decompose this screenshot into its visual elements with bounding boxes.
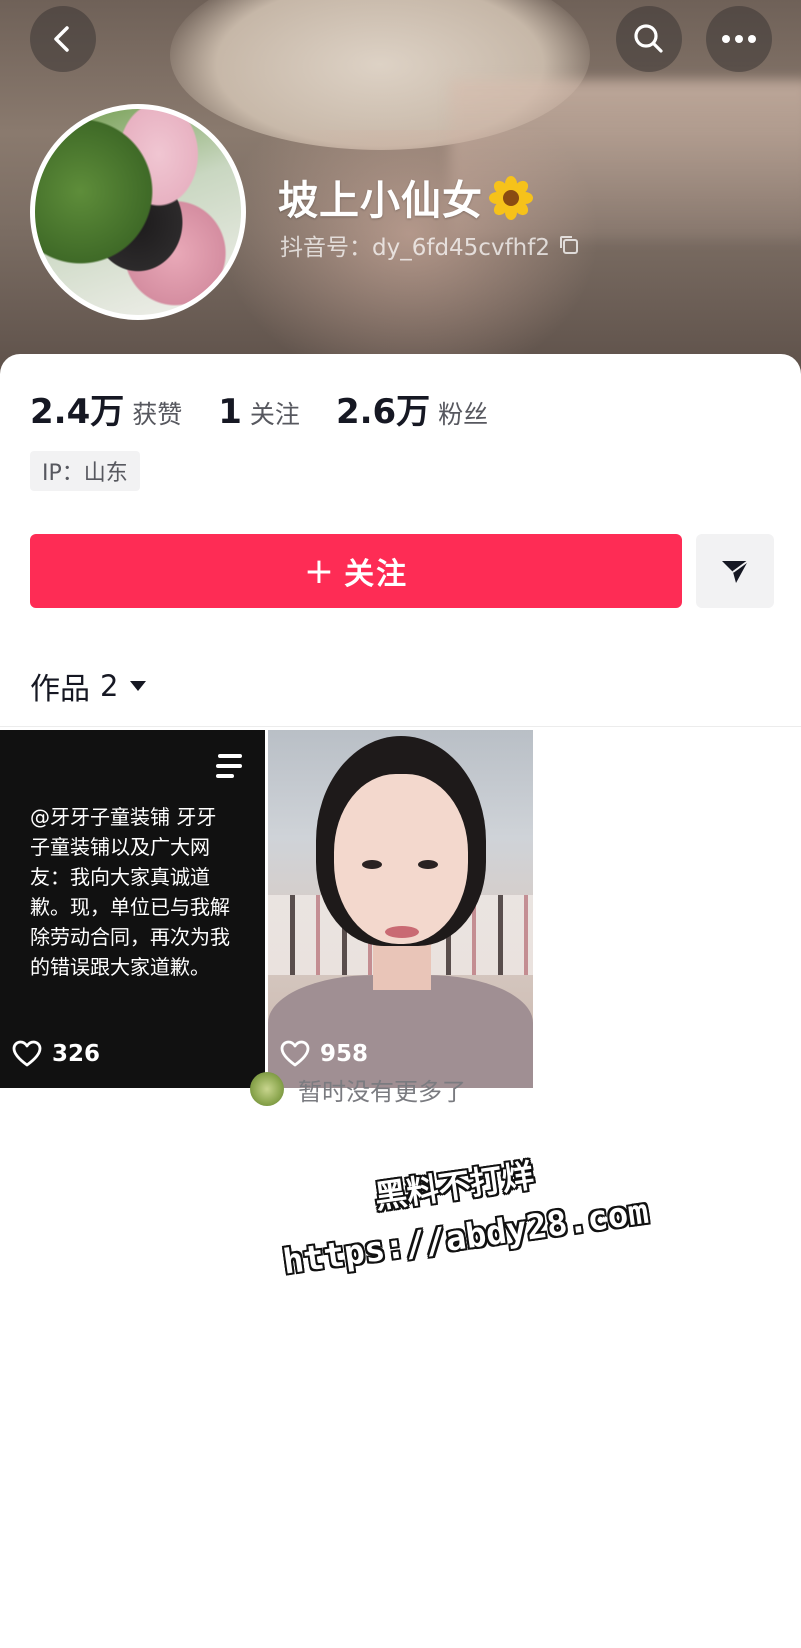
text-post-icon	[216, 754, 242, 778]
video-item-2-likes: 958	[280, 1040, 368, 1068]
video-item-1[interactable]: @牙牙子童装铺 牙牙子童装铺以及广大网友：我向大家真诚道歉。现，单位已与我解除劳…	[0, 730, 265, 1088]
stat-likes-value: 2.4万	[30, 392, 125, 432]
no-more-content-note: 暂时没有更多了	[250, 1066, 466, 1112]
profile-name: 坡上小仙女	[278, 168, 533, 226]
video-item-1-text: @牙牙子童装铺 牙牙子童装铺以及广大网友：我向大家真诚道歉。现，单位已与我解除劳…	[30, 805, 230, 979]
stat-following[interactable]: 1 关注	[218, 392, 300, 432]
tab-works-count: 2	[100, 669, 119, 703]
profile-stats: 2.4万 获赞 1 关注 2.6万 粉丝	[30, 384, 524, 433]
back-button[interactable]	[30, 6, 96, 72]
video-thumbnail-mouth	[385, 926, 419, 938]
search-button[interactable]	[616, 6, 682, 72]
chevron-left-icon	[54, 26, 69, 52]
tab-works-label: 作品	[30, 672, 90, 707]
video-thumbnail-eye	[418, 860, 438, 869]
video-item-2-like-count: 958	[320, 1041, 369, 1067]
follow-button[interactable]: + 关注	[30, 534, 682, 608]
heart-icon	[280, 1040, 310, 1067]
stat-followers-label: 粉丝	[438, 400, 489, 429]
profile-avatar[interactable]	[30, 104, 246, 320]
more-dots-icon	[722, 35, 756, 43]
profile-content: 2.4万 获赞 1 关注 2.6万 粉丝 IP：山东 + 关注 作品 2 @牙牙…	[0, 354, 801, 1648]
ip-location-tag: IP：山东	[30, 451, 140, 491]
stat-following-label: 关注	[249, 400, 300, 429]
tab-works[interactable]: 作品 2	[30, 664, 148, 708]
video-item-1-like-count: 326	[52, 1041, 101, 1067]
heart-icon	[12, 1040, 42, 1067]
stat-following-value: 1	[218, 392, 242, 432]
copy-icon[interactable]	[558, 234, 580, 256]
stat-followers-value: 2.6万	[335, 392, 431, 432]
search-icon	[634, 24, 663, 53]
video-thumbnail-eye	[362, 860, 382, 869]
stat-followers[interactable]: 2.6万 粉丝	[336, 384, 488, 433]
divider	[0, 726, 801, 727]
plus-icon: +	[303, 550, 337, 592]
sunflower-icon	[489, 176, 533, 220]
video-thumbnail-face	[334, 774, 468, 944]
profile-name-text: 坡上小仙女	[278, 178, 483, 224]
video-item-2[interactable]: 958	[268, 730, 533, 1088]
more-button[interactable]	[706, 6, 772, 72]
follow-button-label: 关注	[344, 557, 409, 592]
message-button[interactable]	[696, 534, 774, 608]
video-item-1-likes: 326	[12, 1040, 100, 1068]
douyin-id: 抖音号：dy_6fd45cvfhf2	[280, 228, 580, 262]
caret-down-icon	[130, 681, 147, 691]
stat-likes[interactable]: 2.4万 获赞	[30, 384, 182, 433]
send-icon	[722, 560, 749, 583]
stat-likes-label: 获赞	[132, 400, 183, 429]
end-note-avatar	[250, 1072, 284, 1106]
end-note-text: 暂时没有更多了	[298, 1077, 466, 1106]
douyin-id-text: 抖音号：dy_6fd45cvfhf2	[280, 235, 550, 261]
profile-banner: 坡上小仙女 抖音号：dy_6fd45cvfhf2	[0, 0, 801, 380]
